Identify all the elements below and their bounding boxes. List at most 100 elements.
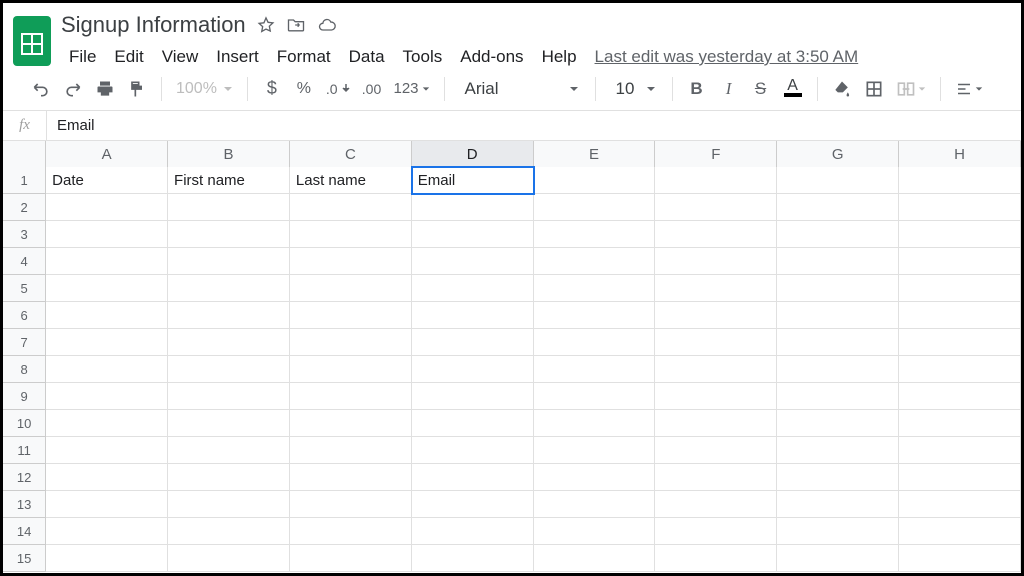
cell-G3[interactable] (777, 221, 899, 248)
print-button[interactable] (91, 74, 119, 104)
cell-D13[interactable] (412, 491, 534, 518)
sheets-app-icon[interactable] (11, 13, 53, 69)
cell-F1[interactable] (655, 167, 777, 194)
cell-D3[interactable] (412, 221, 534, 248)
cell-D12[interactable] (412, 464, 534, 491)
cell-E12[interactable] (534, 464, 656, 491)
cell-H1[interactable] (899, 167, 1021, 194)
row-header-3[interactable]: 3 (3, 221, 46, 248)
redo-button[interactable] (59, 74, 87, 104)
cell-C14[interactable] (290, 518, 412, 545)
cell-A15[interactable] (46, 545, 168, 572)
cell-H13[interactable] (899, 491, 1021, 518)
menu-insert[interactable]: Insert (208, 43, 267, 71)
font-family-select[interactable]: Arial (455, 75, 585, 103)
doc-title[interactable]: Signup Information (61, 12, 246, 38)
increase-decimal-button[interactable]: .00 (358, 74, 386, 104)
cell-G7[interactable] (777, 329, 899, 356)
undo-button[interactable] (27, 74, 55, 104)
menu-tools[interactable]: Tools (395, 43, 451, 71)
cell-A2[interactable] (46, 194, 168, 221)
cell-H12[interactable] (899, 464, 1021, 491)
italic-button[interactable]: I (715, 74, 743, 104)
row-header-14[interactable]: 14 (3, 518, 46, 545)
cell-F8[interactable] (655, 356, 777, 383)
cell-A4[interactable] (46, 248, 168, 275)
cell-D15[interactable] (412, 545, 534, 572)
cell-F6[interactable] (655, 302, 777, 329)
fill-color-button[interactable] (828, 74, 856, 104)
cell-H8[interactable] (899, 356, 1021, 383)
paint-format-button[interactable] (123, 74, 151, 104)
row-header-7[interactable]: 7 (3, 329, 46, 356)
cell-E1[interactable] (534, 167, 656, 194)
cell-E5[interactable] (534, 275, 656, 302)
cell-G4[interactable] (777, 248, 899, 275)
cell-E2[interactable] (534, 194, 656, 221)
column-header-G[interactable]: G (777, 141, 899, 167)
cell-G10[interactable] (777, 410, 899, 437)
cell-C8[interactable] (290, 356, 412, 383)
cell-G11[interactable] (777, 437, 899, 464)
cell-C15[interactable] (290, 545, 412, 572)
last-edit-link[interactable]: Last edit was yesterday at 3:50 AM (595, 47, 859, 67)
cell-B7[interactable] (168, 329, 290, 356)
cell-B10[interactable] (168, 410, 290, 437)
cell-E11[interactable] (534, 437, 656, 464)
cell-E7[interactable] (534, 329, 656, 356)
cell-D9[interactable] (412, 383, 534, 410)
row-header-4[interactable]: 4 (3, 248, 46, 275)
cell-B11[interactable] (168, 437, 290, 464)
cell-A12[interactable] (46, 464, 168, 491)
cell-C11[interactable] (290, 437, 412, 464)
column-header-E[interactable]: E (534, 141, 656, 167)
cell-D14[interactable] (412, 518, 534, 545)
cell-C3[interactable] (290, 221, 412, 248)
cell-D4[interactable] (412, 248, 534, 275)
strikethrough-button[interactable]: S (747, 74, 775, 104)
cell-E13[interactable] (534, 491, 656, 518)
row-header-9[interactable]: 9 (3, 383, 46, 410)
move-icon[interactable] (286, 15, 306, 35)
cell-D1[interactable]: Email (412, 167, 534, 194)
cell-H11[interactable] (899, 437, 1021, 464)
cell-B13[interactable] (168, 491, 290, 518)
cell-G15[interactable] (777, 545, 899, 572)
cell-F4[interactable] (655, 248, 777, 275)
star-icon[interactable] (256, 15, 276, 35)
cell-C13[interactable] (290, 491, 412, 518)
select-all-corner[interactable] (3, 141, 46, 167)
cell-C1[interactable]: Last name (290, 167, 412, 194)
format-currency-button[interactable]: $ (258, 74, 286, 104)
cell-H7[interactable] (899, 329, 1021, 356)
cell-F2[interactable] (655, 194, 777, 221)
borders-button[interactable] (860, 74, 888, 104)
row-header-5[interactable]: 5 (3, 275, 46, 302)
merge-cells-button[interactable] (892, 74, 930, 104)
cell-H6[interactable] (899, 302, 1021, 329)
cell-C2[interactable] (290, 194, 412, 221)
cell-A10[interactable] (46, 410, 168, 437)
cell-B8[interactable] (168, 356, 290, 383)
decrease-decimal-button[interactable]: .0 (322, 74, 354, 104)
cell-B15[interactable] (168, 545, 290, 572)
column-header-B[interactable]: B (168, 141, 290, 167)
cell-E4[interactable] (534, 248, 656, 275)
cell-G1[interactable] (777, 167, 899, 194)
row-header-6[interactable]: 6 (3, 302, 46, 329)
menu-file[interactable]: File (61, 43, 104, 71)
horizontal-align-button[interactable] (951, 74, 987, 104)
cell-G12[interactable] (777, 464, 899, 491)
row-header-15[interactable]: 15 (3, 545, 46, 572)
cell-D11[interactable] (412, 437, 534, 464)
cell-F5[interactable] (655, 275, 777, 302)
cell-G8[interactable] (777, 356, 899, 383)
cell-B2[interactable] (168, 194, 290, 221)
cell-H2[interactable] (899, 194, 1021, 221)
column-header-H[interactable]: H (899, 141, 1021, 167)
menu-view[interactable]: View (154, 43, 207, 71)
row-header-12[interactable]: 12 (3, 464, 46, 491)
font-size-select[interactable]: 10 (606, 75, 662, 103)
menu-edit[interactable]: Edit (106, 43, 151, 71)
cell-A5[interactable] (46, 275, 168, 302)
